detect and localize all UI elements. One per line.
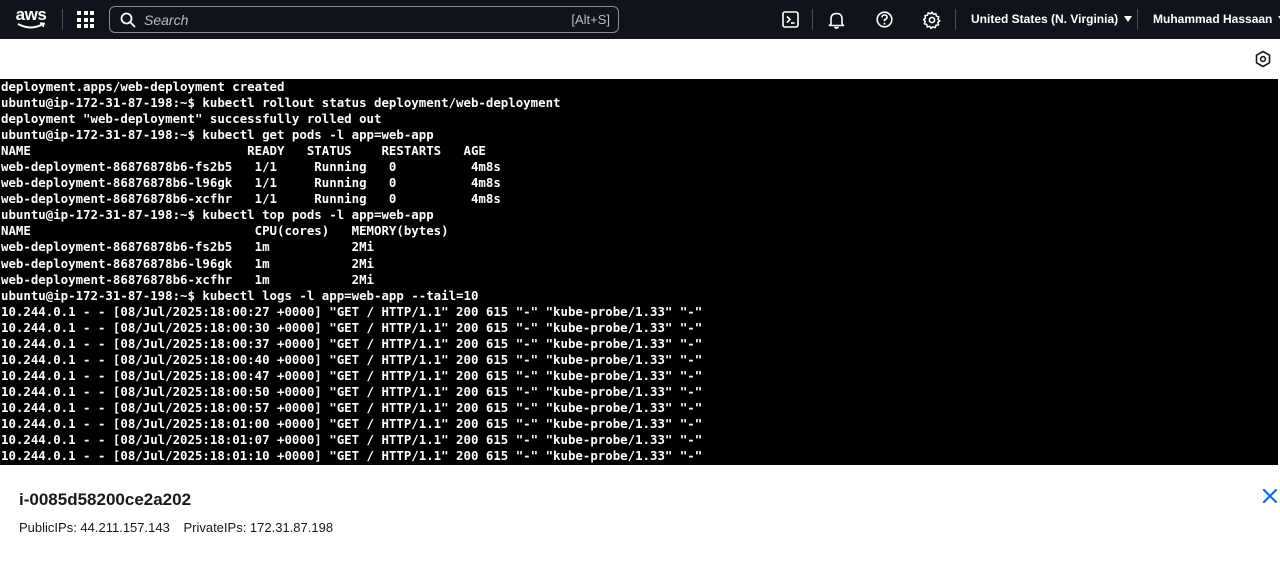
terminal-line: 10.244.0.1 - - [08/Jul/2025:18:00:37 +00… <box>1 335 703 351</box>
terminal-line: 10.244.0.1 - - [08/Jul/2025:18:01:00 +00… <box>1 415 703 431</box>
terminal-line: 10.244.0.1 - - [08/Jul/2025:18:01:07 +00… <box>1 432 703 448</box>
caret-down-icon <box>1124 16 1133 22</box>
aws-logo-text: aws <box>15 5 47 24</box>
private-ips: PrivateIPs: 172.31.87.198 <box>183 520 334 535</box>
terminal-line: 10.244.0.1 - - [08/Jul/2025:18:00:30 +00… <box>1 319 703 335</box>
cloudshell-icon[interactable] <box>781 10 800 29</box>
terminal-line: 10.244.0.1 - - [08/Jul/2025:18:00:47 +00… <box>1 367 703 383</box>
nav-divider <box>812 9 813 30</box>
terminal-line: deployment.apps/web-deployment created <box>1 79 285 94</box>
instance-ips: PublicIPs: 44.211.157.143 PrivateIPs: 17… <box>19 520 343 535</box>
user-name: Muhammad Hassaan <box>1153 12 1273 26</box>
terminal-line: web-deployment-86876878b6-fs2b5 1/1 Runn… <box>1 159 501 175</box>
help-icon[interactable] <box>875 10 894 29</box>
services-grid-icon[interactable] <box>77 11 94 28</box>
aws-logo[interactable]: aws <box>14 5 48 31</box>
terminal-line: ubuntu@ip-172-31-87-198:~$ kubectl get p… <box>1 127 434 143</box>
terminal-output: deployment.apps/web-deployment created u… <box>1 79 702 464</box>
instance-panel <box>0 465 1280 570</box>
terminal-line: 10.244.0.1 - - [08/Jul/2025:18:01:10 +00… <box>1 448 703 464</box>
search-shortcut: [Alt+S] <box>571 12 610 27</box>
terminal-line: web-deployment-86876878b6-l96gk 1/1 Runn… <box>1 175 501 191</box>
terminal-line: ubuntu@ip-172-31-87-198:~$ kubectl logs … <box>1 287 479 303</box>
terminal-settings-icon[interactable] <box>1254 50 1272 68</box>
terminal-window[interactable]: deployment.apps/web-deployment created u… <box>0 79 1278 465</box>
terminal-line: web-deployment-86876878b6-fs2b5 1m 2Mi <box>1 239 374 255</box>
nav-divider <box>1137 9 1138 30</box>
terminal-line: ubuntu@ip-172-31-87-198:~$ kubectl top p… <box>1 207 434 223</box>
terminal-line: 10.244.0.1 - - [08/Jul/2025:18:00:57 +00… <box>1 399 703 415</box>
bell-icon[interactable] <box>827 10 846 29</box>
search-input[interactable] <box>144 10 544 29</box>
gear-icon[interactable] <box>922 10 941 29</box>
nav-divider <box>955 9 956 30</box>
terminal-line: NAME CPU(cores) MEMORY(bytes) <box>1 223 449 239</box>
public-ips: PublicIPs: 44.211.157.143 <box>19 520 170 535</box>
terminal-line: web-deployment-86876878b6-l96gk 1m 2Mi <box>1 255 374 271</box>
user-menu[interactable]: Muhammad Hassaan <box>1153 12 1280 26</box>
terminal-line: deployment "web-deployment" successfully… <box>1 111 382 127</box>
terminal-line: 10.244.0.1 - - [08/Jul/2025:18:00:50 +00… <box>1 383 703 399</box>
terminal-line: web-deployment-86876878b6-xcfhr 1/1 Runn… <box>1 191 501 207</box>
terminal-line: NAME READY STATUS RESTARTS AGE <box>1 143 486 159</box>
terminal-line: 10.244.0.1 - - [08/Jul/2025:18:00:40 +00… <box>1 351 703 367</box>
top-nav: aws [Alt+S] <box>0 0 1280 39</box>
search-box[interactable]: [Alt+S] <box>109 6 619 33</box>
nav-divider <box>62 9 63 30</box>
region-label: United States (N. Virginia) <box>971 12 1119 26</box>
terminal-line: 10.244.0.1 - - [08/Jul/2025:18:00:27 +00… <box>1 303 703 319</box>
terminal-line: ubuntu@ip-172-31-87-198:~$ kubectl rollo… <box>1 95 561 111</box>
instance-id: i-0085d58200ce2a202 <box>19 490 192 509</box>
terminal-line: web-deployment-86876878b6-xcfhr 1m 2Mi <box>1 271 374 287</box>
terminal-toolbar <box>0 39 1280 79</box>
region-selector[interactable]: United States (N. Virginia) <box>971 12 1133 26</box>
close-icon[interactable] <box>1262 488 1278 504</box>
search-icon <box>120 12 136 28</box>
